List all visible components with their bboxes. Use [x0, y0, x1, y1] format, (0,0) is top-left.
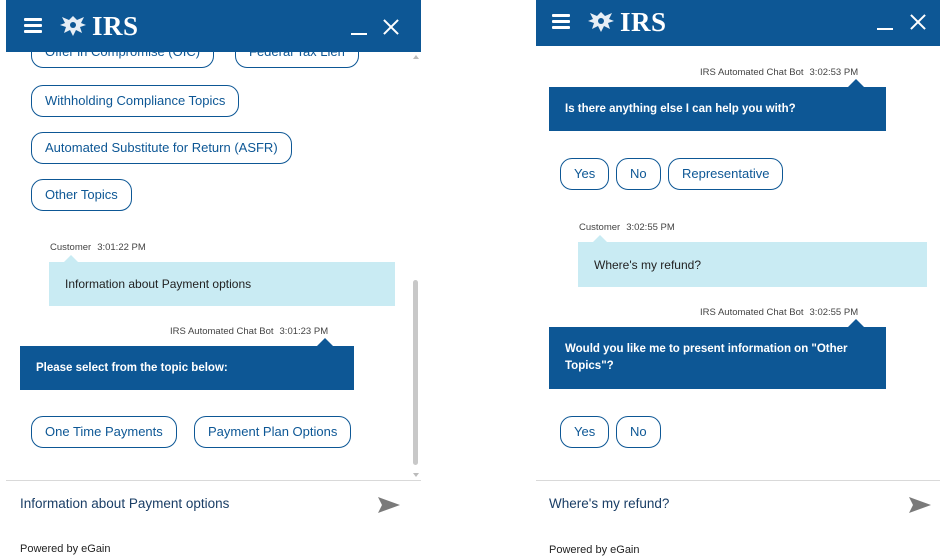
close-icon[interactable]: [908, 12, 928, 32]
sender-name: IRS Automated Chat Bot: [700, 67, 804, 78]
chat-header: IRS: [536, 0, 940, 46]
bubble-tail: [63, 255, 79, 263]
message-input[interactable]: Where's my refund?: [549, 494, 889, 514]
irs-logo: IRS: [58, 11, 139, 41]
option-button[interactable]: Representative: [668, 158, 784, 190]
message-meta: IRS Automated Chat Bot 3:01:23 PM: [170, 326, 328, 337]
timestamp: 3:01:22 PM: [97, 242, 146, 253]
minimize-icon[interactable]: [351, 21, 367, 35]
customer-message: Information about Payment options: [49, 255, 395, 306]
topic-button[interactable]: Withholding Compliance Topics: [31, 85, 240, 117]
option-button[interactable]: One Time Payments: [31, 416, 177, 448]
bot-message: Is there anything else I can help you wi…: [549, 79, 886, 131]
message-text: Please select from the topic below:: [36, 361, 228, 374]
bubble-tail: [316, 338, 334, 347]
message-meta: IRS Automated Chat Bot 3:02:53 PM: [700, 67, 858, 78]
timestamp: 3:01:23 PM: [279, 326, 329, 337]
divider: [536, 480, 940, 481]
irs-logo: IRS: [586, 7, 667, 37]
message-meta: Customer 3:02:55 PM: [579, 222, 675, 233]
close-icon[interactable]: [381, 17, 401, 37]
option-button[interactable]: Yes: [560, 416, 610, 448]
scroll-up-icon[interactable]: [413, 55, 419, 59]
topic-button[interactable]: Other Topics: [31, 179, 132, 211]
chat-transcript: IRS Automated Chat Bot 3:02:53 PM Is ther…: [536, 46, 940, 480]
sender-name: IRS Automated Chat Bot: [170, 326, 274, 337]
topic-button[interactable]: Offer in Compromise (OIC): [31, 52, 215, 68]
minimize-icon[interactable]: [877, 16, 893, 30]
powered-by: Powered by eGain: [20, 543, 111, 555]
menu-icon[interactable]: [24, 18, 42, 33]
timestamp: 3:02:55 PM: [809, 307, 859, 318]
scroll-thumb[interactable]: [413, 280, 418, 465]
send-icon[interactable]: [908, 496, 932, 514]
irs-eagle-icon: [60, 16, 86, 36]
message-text: Where's my refund?: [594, 257, 701, 272]
sender-name: Customer: [579, 222, 621, 233]
message-meta: Customer 3:01:22 PM: [50, 242, 146, 253]
bubble-tail: [592, 235, 608, 243]
bot-message: Would you like me to present information…: [549, 319, 886, 389]
option-button[interactable]: No: [616, 416, 661, 448]
bubble-tail: [847, 319, 865, 328]
message-input[interactable]: Information about Payment options: [20, 494, 360, 514]
irs-eagle-icon: [588, 12, 614, 32]
sender-name: IRS Automated Chat Bot: [700, 307, 804, 318]
chat-window-left: IRS Offer in Compromise (OIC) Federal Ta…: [6, 0, 421, 559]
message-text: Is there anything else I can help you wi…: [565, 102, 796, 115]
message-text: Information about Payment options: [65, 277, 252, 291]
option-button[interactable]: Payment Plan Options: [194, 416, 352, 448]
topic-button[interactable]: Federal Tax Lien: [235, 52, 359, 68]
chat-transcript: Offer in Compromise (OIC) Federal Tax Li…: [6, 52, 421, 480]
customer-message: Where's my refund?: [578, 235, 927, 287]
chat-window-right: IRS IRS Automated Chat Bot 3:02:53 PM Is …: [536, 0, 940, 559]
message-meta: IRS Automated Chat Bot 3:02:55 PM: [700, 307, 858, 318]
topic-button[interactable]: Automated Substitute for Return (ASFR): [31, 132, 292, 164]
timestamp: 3:02:53 PM: [809, 67, 859, 78]
menu-icon[interactable]: [552, 14, 570, 29]
scrollbar[interactable]: [411, 52, 421, 480]
bot-message: Please select from the topic below:: [20, 338, 354, 390]
option-button[interactable]: No: [616, 158, 661, 190]
logo-text: IRS: [92, 10, 139, 41]
option-button[interactable]: Yes: [560, 158, 610, 190]
logo-text: IRS: [620, 6, 667, 37]
powered-by: Powered by eGain: [549, 544, 640, 556]
chat-header: IRS: [6, 0, 421, 52]
message-text: Would you like me to present information…: [565, 343, 848, 372]
bubble-tail: [847, 79, 865, 88]
timestamp: 3:02:55 PM: [626, 222, 675, 233]
send-icon[interactable]: [377, 496, 401, 514]
scroll-down-icon[interactable]: [413, 473, 419, 477]
sender-name: Customer: [50, 242, 92, 253]
divider: [6, 480, 421, 481]
